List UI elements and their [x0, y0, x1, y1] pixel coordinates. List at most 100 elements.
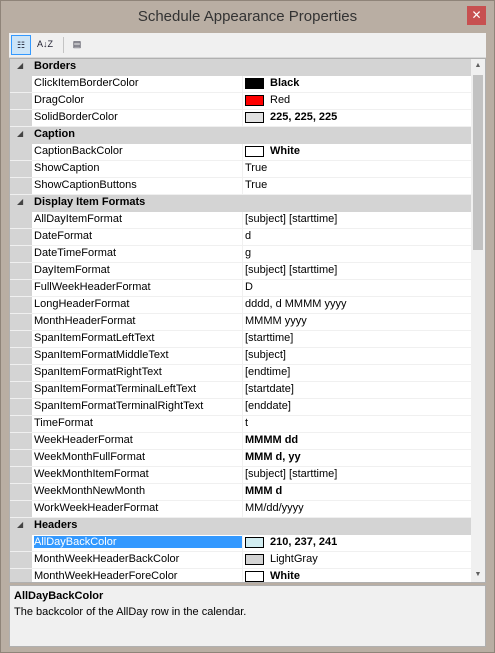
vertical-scrollbar[interactable]: ▲ ▼ [471, 59, 485, 582]
property-value[interactable]: MM/dd/yyyy [245, 502, 304, 514]
property-name[interactable]: FullWeekHeaderFormat [34, 281, 239, 293]
property-row[interactable]: DragColor Red [10, 93, 471, 110]
property-row[interactable]: DayItemFormat [subject] [starttime] [10, 263, 471, 280]
property-value[interactable]: [endtime] [245, 366, 290, 378]
property-name[interactable]: SpanItemFormatTerminalRightText [34, 400, 239, 412]
property-row[interactable]: SolidBorderColor 225, 225, 225 [10, 110, 471, 127]
property-name[interactable]: SpanItemFormatMiddleText [34, 349, 239, 361]
property-name[interactable]: AllDayItemFormat [34, 213, 239, 225]
property-row[interactable]: MonthWeekHeaderBackColor LightGray [10, 552, 471, 569]
property-pages-button[interactable]: ▤ [67, 35, 87, 55]
property-value[interactable]: g [245, 247, 251, 259]
property-row[interactable]: WeekMonthItemFormat [subject] [starttime] [10, 467, 471, 484]
property-row[interactable]: SpanItemFormatMiddleText [subject] [10, 348, 471, 365]
property-name[interactable]: WorkWeekHeaderFormat [34, 502, 239, 514]
property-value[interactable]: True [245, 179, 267, 191]
property-value[interactable]: t [245, 417, 248, 429]
close-button[interactable]: ✕ [467, 6, 486, 25]
property-name[interactable]: MonthWeekHeaderForeColor [34, 570, 239, 582]
scroll-up-button[interactable]: ▲ [471, 59, 485, 73]
property-value[interactable]: 210, 237, 241 [270, 536, 337, 548]
property-value[interactable]: MMM d [245, 485, 282, 497]
property-row[interactable]: TimeFormat t [10, 416, 471, 433]
title-bar[interactable]: Schedule Appearance Properties ✕ [1, 1, 494, 32]
property-row[interactable]: SpanItemFormatTerminalLeftText [startdate… [10, 382, 471, 399]
property-row[interactable]: MonthHeaderFormat MMMM yyyy [10, 314, 471, 331]
property-name[interactable]: SpanItemFormatRightText [34, 366, 239, 378]
property-value[interactable]: D [245, 281, 253, 293]
property-grid[interactable]: ◢ Borders ClickItemBorderColor Black DragCol… [9, 58, 486, 583]
property-name[interactable]: DragColor [34, 94, 239, 106]
property-row[interactable]: WeekMonthFullFormat MMM d, yy [10, 450, 471, 467]
alphabetical-button[interactable]: A↓Z [35, 35, 55, 55]
property-name[interactable]: CaptionBackColor [34, 145, 239, 157]
property-name[interactable]: ClickItemBorderColor [34, 77, 239, 89]
property-row[interactable]: DateFormat d [10, 229, 471, 246]
property-value[interactable]: LightGray [270, 553, 318, 565]
category-headers[interactable]: ◢ Headers [10, 518, 471, 535]
property-value[interactable]: MMM d, yy [245, 451, 301, 463]
property-row[interactable]: ClickItemBorderColor Black [10, 76, 471, 93]
property-row[interactable]: AllDayBackColor 210, 237, 241 [10, 535, 471, 552]
property-row[interactable]: WeekHeaderFormat MMMM dd [10, 433, 471, 450]
category-display-item-formats[interactable]: ◢ Display Item Formats [10, 195, 471, 212]
property-name[interactable]: WeekMonthNewMonth [34, 485, 239, 497]
categorized-button[interactable]: ☷ [11, 35, 31, 55]
collapse-icon[interactable]: ◢ [17, 520, 23, 529]
property-value[interactable]: dddd, d MMMM yyyy [245, 298, 346, 310]
property-row[interactable]: SpanItemFormatTerminalRightText [enddate] [10, 399, 471, 416]
property-row[interactable]: FullWeekHeaderFormat D [10, 280, 471, 297]
property-value[interactable]: [enddate] [245, 400, 291, 412]
property-value[interactable]: Red [270, 94, 290, 106]
property-row[interactable]: SpanItemFormatLeftText [starttime] [10, 331, 471, 348]
property-name[interactable]: WeekMonthItemFormat [34, 468, 239, 480]
property-row[interactable]: SpanItemFormatRightText [endtime] [10, 365, 471, 382]
scroll-down-button[interactable]: ▼ [471, 568, 485, 582]
collapse-icon[interactable]: ◢ [17, 197, 23, 206]
property-name[interactable]: SolidBorderColor [34, 111, 239, 123]
collapse-icon[interactable]: ◢ [17, 61, 23, 70]
property-row[interactable]: AllDayItemFormat [subject] [starttime] [10, 212, 471, 229]
property-value[interactable]: [subject] [starttime] [245, 213, 337, 225]
property-row[interactable]: DateTimeFormat g [10, 246, 471, 263]
property-value[interactable]: [subject] [245, 349, 286, 361]
property-row[interactable]: LongHeaderFormat dddd, d MMMM yyyy [10, 297, 471, 314]
property-name[interactable]: MonthHeaderFormat [34, 315, 239, 327]
property-value[interactable]: [subject] [starttime] [245, 264, 337, 276]
property-name[interactable]: ShowCaptionButtons [34, 179, 239, 191]
property-value[interactable]: [subject] [starttime] [245, 468, 337, 480]
property-row[interactable]: ShowCaptionButtons True [10, 178, 471, 195]
property-row[interactable]: WorkWeekHeaderFormat MM/dd/yyyy [10, 501, 471, 518]
property-name[interactable]: WeekMonthFullFormat [34, 451, 239, 463]
property-value[interactable]: Black [270, 77, 299, 89]
property-value[interactable]: MMMM dd [245, 434, 298, 446]
property-row[interactable]: CaptionBackColor White [10, 144, 471, 161]
property-value[interactable]: White [270, 570, 300, 582]
property-value[interactable]: [starttime] [245, 332, 293, 344]
property-value[interactable]: 225, 225, 225 [270, 111, 337, 123]
property-row[interactable]: ShowCaption True [10, 161, 471, 178]
property-value[interactable]: [startdate] [245, 383, 294, 395]
property-name[interactable]: SpanItemFormatTerminalLeftText [34, 383, 239, 395]
property-name[interactable]: DateTimeFormat [34, 247, 239, 259]
category-borders[interactable]: ◢ Borders [10, 59, 471, 76]
column-divider [242, 331, 243, 348]
property-value[interactable]: d [245, 230, 251, 242]
property-row[interactable]: WeekMonthNewMonth MMM d [10, 484, 471, 501]
scroll-thumb[interactable] [473, 75, 483, 250]
collapse-icon[interactable]: ◢ [17, 129, 23, 138]
property-name[interactable]: DayItemFormat [34, 264, 239, 276]
category-caption[interactable]: ◢ Caption [10, 127, 471, 144]
property-row[interactable]: MonthWeekHeaderForeColor White [10, 569, 471, 582]
property-name[interactable]: MonthWeekHeaderBackColor [34, 553, 239, 565]
property-value[interactable]: White [270, 145, 300, 157]
property-name[interactable]: SpanItemFormatLeftText [34, 332, 239, 344]
property-value[interactable]: MMMM yyyy [245, 315, 307, 327]
property-name[interactable]: ShowCaption [34, 162, 239, 174]
property-name[interactable]: DateFormat [34, 230, 239, 242]
property-name[interactable]: TimeFormat [34, 417, 239, 429]
property-value[interactable]: True [245, 162, 267, 174]
property-name[interactable]: LongHeaderFormat [34, 298, 239, 310]
property-name[interactable]: AllDayBackColor [34, 536, 243, 548]
property-name[interactable]: WeekHeaderFormat [34, 434, 239, 446]
